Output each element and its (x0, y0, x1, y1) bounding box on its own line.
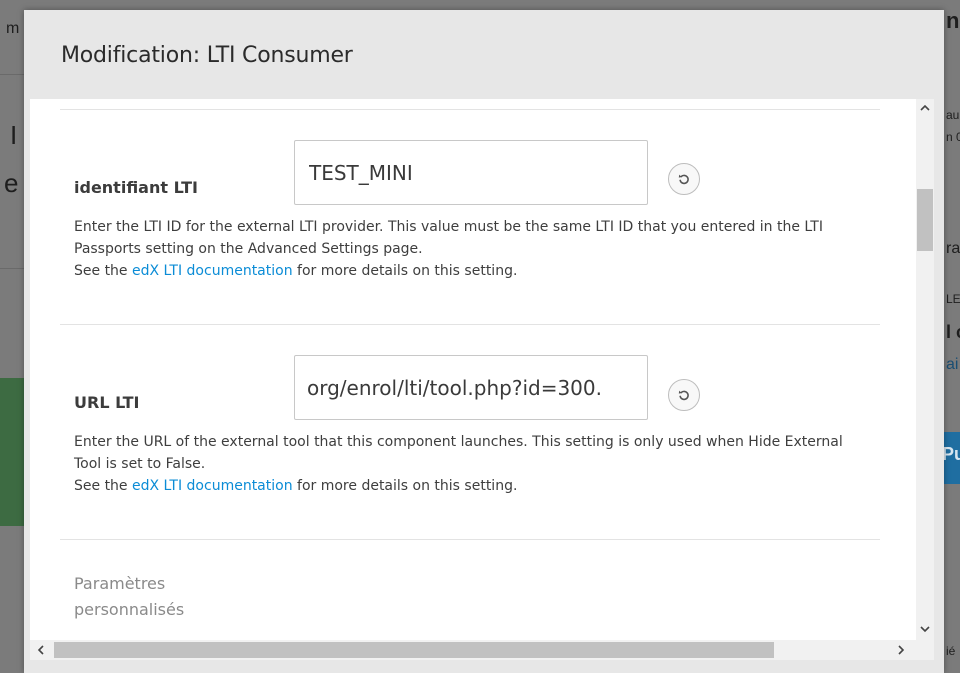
edit-modal: Modification: LTI Consumer identifiant L… (24, 10, 944, 673)
horizontal-scrollbar[interactable] (30, 640, 916, 660)
vertical-scrollbar[interactable] (916, 99, 934, 640)
lti-id-help: Enter the LTI ID for the external LTI pr… (74, 216, 874, 282)
chevron-right-icon (898, 645, 905, 655)
background-text: Pu (942, 444, 960, 464)
background-divider (0, 74, 24, 75)
reset-icon (678, 174, 689, 185)
scroll-right-button[interactable] (892, 641, 910, 659)
horizontal-scroll-thumb[interactable] (54, 642, 774, 658)
background-text: ra (946, 240, 960, 257)
background-text: LE (946, 292, 960, 306)
lti-url-help-see-line: See the edX LTI documentation for more d… (74, 478, 518, 494)
scroll-up-button[interactable] (916, 99, 934, 117)
setting-label-lti-url: URL LTI (74, 393, 140, 412)
background-text: n (946, 8, 960, 33)
background-text: au (946, 108, 960, 122)
modal-title: Modification: LTI Consumer (61, 43, 353, 68)
vertical-scroll-thumb[interactable] (917, 189, 933, 251)
lti-id-help-see-line: See the edX LTI documentation for more d… (74, 263, 518, 279)
scroll-down-button[interactable] (916, 620, 934, 638)
background-text: I (10, 120, 18, 150)
setting-divider (60, 539, 880, 540)
lti-documentation-link[interactable]: edX LTI documentation (132, 478, 293, 494)
background-text: m (6, 20, 20, 37)
background-text: ai (946, 356, 959, 373)
background-divider (0, 268, 24, 269)
setting-label-lti-id: identifiant LTI (74, 178, 198, 197)
setting-label-custom-parameters: Paramètres personnalisés (74, 574, 185, 619)
background-text: l c (946, 322, 960, 342)
scroll-left-button[interactable] (32, 641, 50, 659)
lti-id-input[interactable] (294, 140, 648, 205)
chevron-up-icon (920, 104, 930, 111)
chevron-down-icon (920, 626, 930, 633)
settings-list: identifiant LTI Enter the LTI ID for the… (30, 99, 916, 640)
background-text: ié (946, 644, 956, 658)
reset-icon (678, 390, 689, 401)
modal-body[interactable]: identifiant LTI Enter the LTI ID for the… (30, 99, 934, 660)
background-text: e (4, 168, 19, 198)
lti-id-reset-button[interactable] (668, 163, 700, 195)
background-green-panel (0, 378, 24, 526)
lti-url-reset-button[interactable] (668, 379, 700, 411)
background-text: n 0 (946, 130, 960, 144)
chevron-left-icon (37, 645, 44, 655)
scrollbar-corner (916, 640, 934, 660)
lti-documentation-link[interactable]: edX LTI documentation (132, 263, 293, 279)
lti-url-help-text: Enter the URL of the external tool that … (74, 434, 843, 472)
lti-id-help-text: Enter the LTI ID for the external LTI pr… (74, 219, 823, 257)
setting-divider (60, 324, 880, 325)
lti-url-input[interactable] (294, 355, 648, 420)
setting-divider (60, 109, 880, 110)
lti-url-help: Enter the URL of the external tool that … (74, 431, 874, 497)
